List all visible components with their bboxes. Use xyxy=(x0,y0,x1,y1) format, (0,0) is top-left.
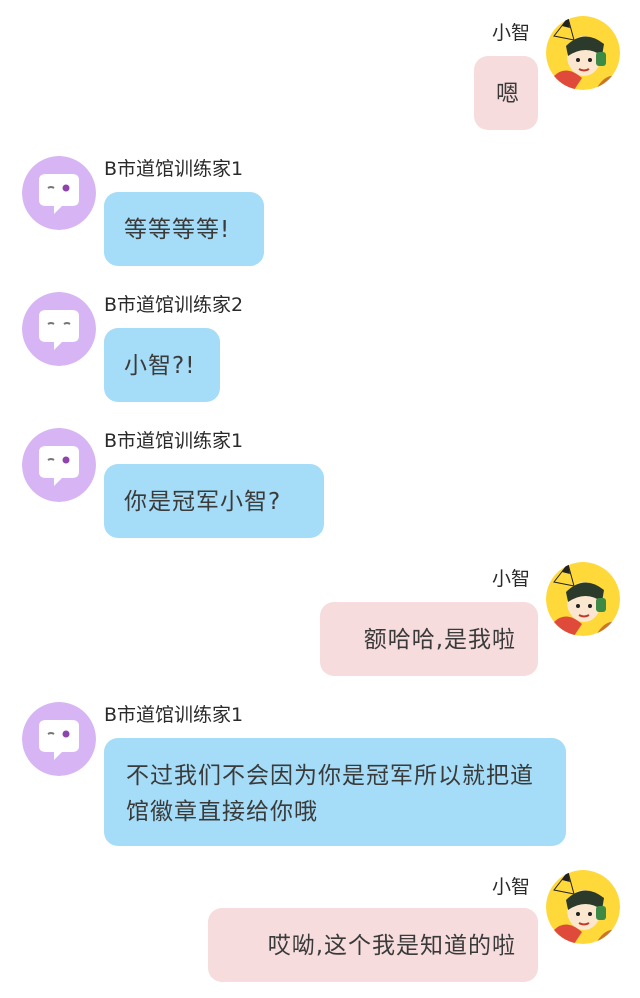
message-bubble: 等等等等! xyxy=(104,192,264,266)
pikachu-hoodie-avatar-icon xyxy=(546,870,620,944)
pikachu-hoodie-avatar-icon xyxy=(546,16,620,90)
message-bubble: 额哈哈,是我啦 xyxy=(320,602,538,676)
sender-name: B市道馆训练家1 xyxy=(104,158,244,180)
contact-avatar[interactable] xyxy=(22,292,96,366)
message-bubble: 哎呦,这个我是知道的啦 xyxy=(208,908,538,982)
message-bubble: 不过我们不会因为你是冠军所以就把道馆徽章直接给你哦 xyxy=(104,738,566,846)
chat-bubble-face-icon xyxy=(22,156,96,230)
user-avatar[interactable] xyxy=(546,562,620,636)
chat-bubble-face-icon xyxy=(22,292,96,366)
user-avatar[interactable] xyxy=(546,16,620,90)
sender-name: 小智 xyxy=(492,568,531,590)
chat-bubble-face-icon xyxy=(22,702,96,776)
message-bubble: 小智?! xyxy=(104,328,220,402)
message-bubble: 你是冠军小智? xyxy=(104,464,324,538)
user-avatar[interactable] xyxy=(546,870,620,944)
sender-name: B市道馆训练家1 xyxy=(104,430,244,452)
pikachu-hoodie-avatar-icon xyxy=(546,562,620,636)
sender-name: B市道馆训练家2 xyxy=(104,294,244,316)
chat-bubble-face-icon xyxy=(22,428,96,502)
contact-avatar[interactable] xyxy=(22,428,96,502)
message-bubble: 嗯 xyxy=(474,56,538,130)
sender-name: B市道馆训练家1 xyxy=(104,704,244,726)
sender-name: 小智 xyxy=(492,876,531,898)
contact-avatar[interactable] xyxy=(22,156,96,230)
contact-avatar[interactable] xyxy=(22,702,96,776)
sender-name: 小智 xyxy=(492,22,531,44)
